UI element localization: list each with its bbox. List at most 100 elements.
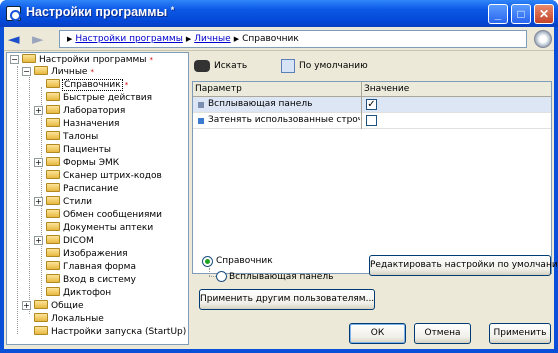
folder-icon (46, 248, 60, 257)
apply-button[interactable]: Применить (489, 323, 551, 344)
tree-node-startup[interactable]: Настройки запуска (StartUp) (34, 326, 186, 338)
search-button[interactable]: Искать (194, 57, 247, 75)
breadcrumb-separator-icon: ▶ (185, 35, 192, 43)
expand-icon[interactable]: + (34, 236, 43, 245)
expand-icon[interactable]: + (34, 158, 43, 167)
search-label: Искать (214, 61, 248, 71)
breadcrumb-separator-icon: ▶ (233, 35, 240, 43)
folder-icon (46, 92, 60, 101)
window-title-mark: * (170, 5, 175, 15)
table-row[interactable]: Всплывающая панель ✓ (193, 97, 551, 113)
tree-item[interactable]: Расписание (46, 183, 118, 195)
tree-item[interactable]: Диктофон (46, 287, 111, 299)
scope-radio[interactable] (216, 271, 227, 282)
app-icon (6, 6, 21, 21)
tree-node-label: Лаборатория (63, 106, 126, 116)
tree-item[interactable]: Обмен сообщениями (46, 209, 162, 221)
scope-option-popup-panel[interactable]: Всплывающая панель (216, 271, 333, 283)
tree-node-label: Сканер штрих-кодов (63, 171, 162, 181)
tree-node-label: Общие (51, 301, 84, 311)
folder-icon (46, 144, 60, 153)
window-body: ◄ ► ▶ Настройки программы ▶ Личные ▶ Справочн… (4, 27, 558, 349)
navigation-bar: ◄ ► ▶ Настройки программы ▶ Личные ▶ Справочн… (4, 27, 554, 51)
value-cell: ✓ (361, 97, 551, 113)
back-arrow-icon[interactable]: ◄ (8, 31, 24, 47)
tree-item-reference[interactable]: Справочник * (46, 79, 128, 91)
folder-icon (46, 183, 60, 192)
tree-item[interactable]: + DICOM (34, 235, 94, 247)
tree-node-label: Личные (51, 67, 88, 77)
folder-icon (46, 196, 60, 205)
folder-icon (46, 131, 60, 140)
ok-button[interactable]: ОК (349, 323, 406, 344)
tree-node-label: Формы ЭМК (63, 158, 120, 168)
tree-node-label: Справочник (62, 79, 123, 91)
tree-node-personal[interactable]: − Личные * (22, 66, 94, 78)
folder-open-icon (34, 66, 48, 75)
modified-mark: * (90, 68, 94, 76)
tree-item[interactable]: Талоны (46, 131, 98, 143)
tree-item[interactable]: Быстрые действия (46, 92, 152, 104)
tree-node-label: Расписание (63, 184, 119, 194)
table-row[interactable]: Затенять использованные строчки (193, 113, 551, 129)
folder-icon (34, 326, 48, 335)
maximize-button[interactable]: □ (511, 4, 531, 24)
scope-option-reference[interactable]: Справочник (202, 255, 273, 267)
tree-item[interactable]: + Формы ЭМК (34, 157, 119, 169)
tree-node-local[interactable]: Локальные (34, 313, 104, 325)
tree-item[interactable]: Назначения (46, 118, 119, 130)
folder-icon (46, 235, 60, 244)
default-button[interactable]: По умолчанию (281, 57, 368, 75)
tree-node-label: DICOM (63, 236, 94, 246)
tree-node-label: Изображения (63, 249, 128, 259)
column-header-value[interactable]: Значение (361, 82, 551, 97)
tree-item[interactable]: Документы аптеки (46, 222, 153, 234)
folder-icon (46, 209, 60, 218)
close-button[interactable]: ✕ (534, 4, 554, 24)
parameter-name: Затенять использованные строчки (208, 115, 360, 125)
window-title-text: Настройки программы (26, 5, 168, 19)
expand-icon[interactable]: + (34, 106, 43, 115)
refresh-icon[interactable] (534, 30, 552, 48)
tree-node-label: Пациенты (63, 145, 112, 155)
tree-item[interactable]: Пациенты (46, 144, 111, 156)
tree-item[interactable]: Сканер штрих-кодов (46, 170, 162, 182)
value-checkbox[interactable] (366, 115, 377, 126)
folder-icon (34, 313, 48, 322)
folder-icon (46, 79, 60, 88)
expand-icon[interactable]: + (34, 197, 43, 206)
breadcrumb-item-settings[interactable]: Настройки программы (75, 34, 182, 44)
value-cell (361, 113, 551, 129)
tree-item[interactable]: + Стили (34, 196, 92, 208)
expand-icon[interactable]: + (22, 301, 31, 310)
cancel-button[interactable]: Отмена (414, 323, 471, 344)
app-window: Настройки программы * _ □ ✕ ◄ ► ▶ Настрой… (0, 0, 558, 353)
tree-node-label: Главная форма (63, 262, 136, 272)
minimize-button[interactable]: _ (488, 4, 508, 24)
breadcrumb-item-personal[interactable]: Личные (194, 34, 230, 44)
tree-item[interactable]: Главная форма (46, 261, 136, 273)
scope-radio[interactable] (202, 256, 213, 267)
collapse-icon[interactable]: − (10, 55, 19, 64)
tree-node-root[interactable]: − Настройки программы * (10, 54, 153, 66)
value-checkbox[interactable]: ✓ (366, 99, 377, 110)
edit-defaults-button[interactable]: Редактировать настройки по умолчанию (369, 255, 558, 276)
tree-item[interactable]: + Лаборатория (34, 105, 125, 117)
collapse-icon[interactable]: − (22, 67, 31, 76)
tree-item[interactable]: Изображения (46, 248, 128, 260)
title-bar[interactable]: Настройки программы * _ □ ✕ (0, 0, 558, 27)
settings-grid: Параметр Значение Всплывающая панель ✓ З… (192, 81, 552, 274)
tree-node-label: Стили (63, 197, 92, 207)
folder-icon (34, 300, 48, 309)
tree-item[interactable]: Вход в систему (46, 274, 136, 286)
column-header-param[interactable]: Параметр (193, 82, 361, 97)
forward-arrow-icon[interactable]: ► (32, 31, 48, 47)
settings-tree: − Настройки программы * − Личные * Справоч… (6, 52, 189, 345)
folder-icon (46, 170, 60, 179)
tree-node-label: Назначения (63, 119, 120, 129)
folder-icon (46, 261, 60, 270)
apply-to-others-button[interactable]: Применить другим пользователям... (199, 289, 375, 310)
tree-node-label: Быстрые действия (63, 93, 153, 103)
tree-node-common[interactable]: + Общие (22, 300, 84, 312)
tree-node-label: Локальные (51, 314, 104, 324)
